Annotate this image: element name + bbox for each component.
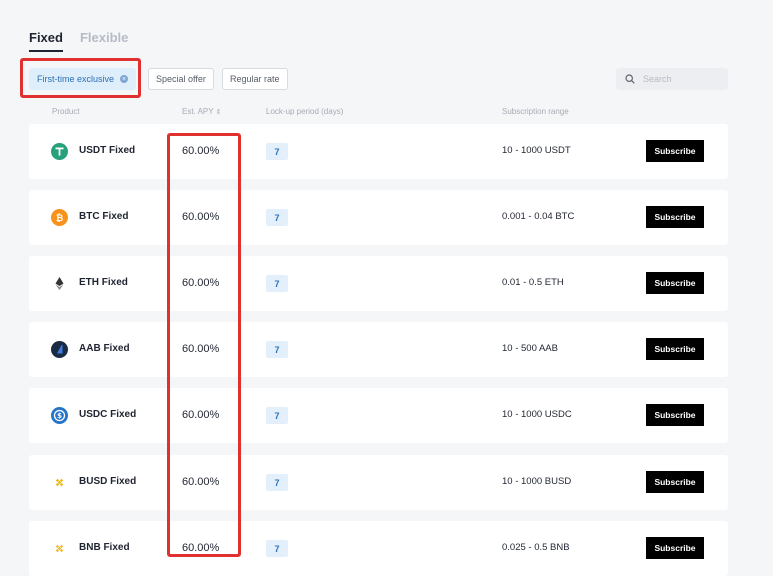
subscription-range: 10 - 500 AAB bbox=[502, 343, 558, 354]
subscription-range: 10 - 1000 USDC bbox=[502, 409, 572, 420]
subscribe-button[interactable]: Subscribe bbox=[646, 471, 704, 493]
product-row: BUSD Fixed 60.00% 7 10 - 1000 BUSD Subscribe bbox=[29, 455, 728, 510]
product-name: USDC Fixed bbox=[79, 409, 137, 420]
subscribe-button[interactable]: Subscribe bbox=[646, 537, 704, 559]
column-header-product: Product bbox=[52, 107, 80, 116]
lockup-badge: 7 bbox=[266, 341, 288, 358]
subscribe-button[interactable]: Subscribe bbox=[646, 272, 704, 294]
subscription-range: 10 - 1000 BUSD bbox=[502, 476, 572, 487]
apy-value: 60.00% bbox=[182, 277, 220, 289]
lockup-badge: 7 bbox=[266, 407, 288, 424]
eth-icon bbox=[55, 277, 64, 290]
subscribe-button[interactable]: Subscribe bbox=[646, 404, 704, 426]
lockup-badge: 7 bbox=[266, 143, 288, 160]
column-header-range: Subscription range bbox=[502, 107, 569, 116]
apy-value: 60.00% bbox=[182, 145, 220, 157]
product-name: BUSD Fixed bbox=[79, 476, 137, 487]
filter-regular-rate[interactable]: Regular rate bbox=[222, 68, 288, 90]
apy-value: 60.00% bbox=[182, 476, 220, 488]
btc-icon: ₿ bbox=[51, 209, 68, 226]
product-name: ETH Fixed bbox=[79, 277, 128, 288]
subscription-range: 0.01 - 0.5 ETH bbox=[502, 277, 564, 288]
tab-flexible[interactable]: Flexible bbox=[80, 30, 128, 52]
usdt-icon bbox=[51, 143, 68, 160]
svg-text:₿: ₿ bbox=[56, 213, 63, 224]
aab-icon bbox=[51, 341, 68, 358]
sort-icon[interactable]: ⇕ bbox=[216, 109, 222, 116]
svg-text:$: $ bbox=[57, 412, 62, 420]
filter-label: Special offer bbox=[156, 74, 206, 84]
lockup-badge: 7 bbox=[266, 209, 288, 226]
product-name: BNB Fixed bbox=[79, 542, 130, 553]
subscription-range: 0.001 - 0.04 BTC bbox=[502, 211, 575, 222]
busd-icon bbox=[51, 474, 68, 491]
lockup-badge: 7 bbox=[266, 474, 288, 491]
column-header-lockup: Lock-up period (days) bbox=[266, 107, 344, 116]
product-name: USDT Fixed bbox=[79, 145, 136, 156]
filter-label: First-time exclusive bbox=[37, 74, 115, 84]
search-input[interactable] bbox=[641, 73, 725, 85]
apy-value: 60.00% bbox=[182, 542, 220, 554]
product-name: AAB Fixed bbox=[79, 343, 130, 354]
product-tabs: Fixed Flexible bbox=[29, 30, 128, 52]
subscribe-button[interactable]: Subscribe bbox=[646, 140, 704, 162]
apy-value: 60.00% bbox=[182, 409, 220, 421]
column-header-apy-label: Est. APY bbox=[182, 107, 214, 116]
lockup-badge: 7 bbox=[266, 540, 288, 557]
tab-fixed[interactable]: Fixed bbox=[29, 30, 63, 52]
product-row: USDT Fixed 60.00% 7 10 - 1000 USDT Subscribe bbox=[29, 124, 728, 179]
subscribe-button[interactable]: Subscribe bbox=[646, 338, 704, 360]
subscribe-button[interactable]: Subscribe bbox=[646, 206, 704, 228]
search-box[interactable] bbox=[616, 68, 728, 90]
clear-filter-icon[interactable]: × bbox=[120, 75, 129, 83]
bnb-icon bbox=[51, 540, 68, 557]
apy-value: 60.00% bbox=[182, 343, 220, 355]
search-icon bbox=[625, 74, 635, 84]
apy-value: 60.00% bbox=[182, 211, 220, 223]
filter-first-time-exclusive[interactable]: First-time exclusive × bbox=[29, 68, 137, 90]
product-row: BNB Fixed 60.00% 7 0.025 - 0.5 BNB Subscribe bbox=[29, 521, 728, 576]
product-row: ETH Fixed 60.00% 7 0.01 - 0.5 ETH Subscribe bbox=[29, 256, 728, 311]
subscription-range: 0.025 - 0.5 BNB bbox=[502, 542, 570, 553]
product-name: BTC Fixed bbox=[79, 211, 129, 222]
product-row: AAB Fixed 60.00% 7 10 - 500 AAB Subscribe bbox=[29, 322, 728, 377]
filter-special-offer[interactable]: Special offer bbox=[148, 68, 214, 90]
lockup-badge: 7 bbox=[266, 275, 288, 292]
product-row: ₿ BTC Fixed 60.00% 7 0.001 - 0.04 BTC Subscri… bbox=[29, 190, 728, 245]
product-row: $ USDC Fixed 60.00% 7 10 - 1000 USDC Subscrib… bbox=[29, 388, 728, 443]
filter-label: Regular rate bbox=[230, 74, 280, 84]
usdc-icon: $ bbox=[51, 407, 68, 424]
column-header-apy[interactable]: Est. APY ⇕ bbox=[182, 107, 221, 116]
subscription-range: 10 - 1000 USDT bbox=[502, 145, 571, 156]
